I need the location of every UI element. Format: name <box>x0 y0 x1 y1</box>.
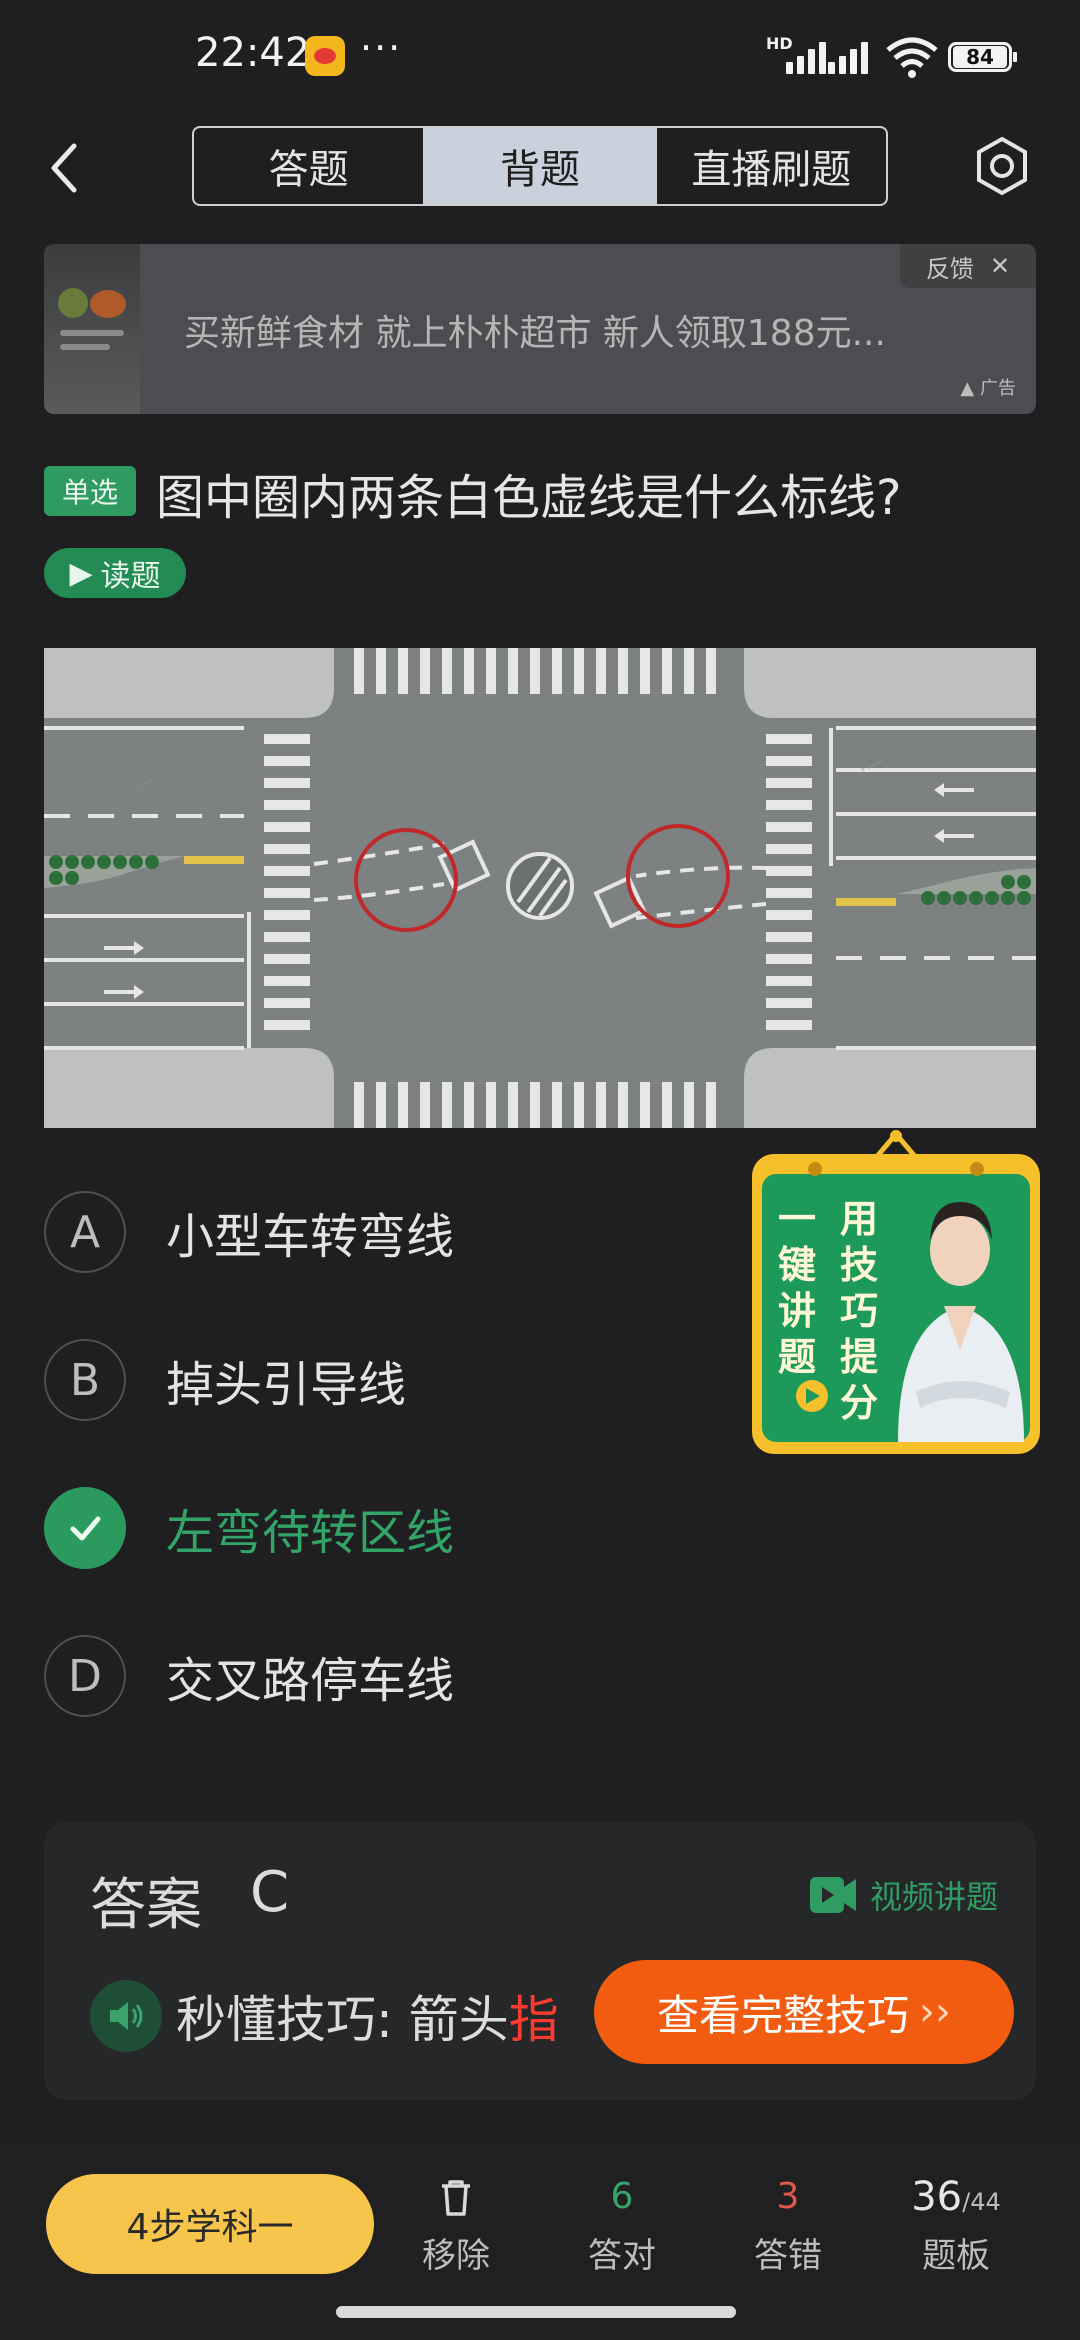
option-b-label: 掉头引导线 <box>166 1357 407 1413</box>
answer-value: C <box>250 1860 290 1925</box>
study-steps-button[interactable]: 4步学科一 <box>46 2174 374 2274</box>
wrong-count-button[interactable]: 3 答错 <box>728 2172 848 2282</box>
status-time: 22:42 <box>195 30 311 76</box>
question-image: ·— ·— <box>44 648 1036 1128</box>
signal-icon-2 <box>828 38 884 78</box>
question-text: 图中圈内两条白色虚线是什么标线? <box>156 470 902 526</box>
correct-count-button[interactable]: 6 答对 <box>562 2172 682 2282</box>
checkmark-icon <box>44 1487 126 1569</box>
tab-memorize[interactable]: 背题 <box>423 128 655 204</box>
settings-icon[interactable] <box>972 136 1032 196</box>
video-explanation-link[interactable]: 视频讲题 <box>809 1872 998 1918</box>
question-type-badge: 单选 <box>44 466 136 516</box>
ad-feedback-label: 反馈 <box>925 254 974 283</box>
correct-count: 6 <box>610 2176 634 2217</box>
option-c[interactable]: 左弯待转区线 <box>44 1478 744 1578</box>
progress-total: /44 <box>962 2188 1001 2216</box>
promo-line2: 用技巧提分 <box>840 1197 879 1425</box>
option-a[interactable]: A 小型车转弯线 <box>44 1182 744 1282</box>
remove-label: 移除 <box>422 2236 490 2276</box>
board-label: 题板 <box>922 2236 990 2276</box>
ad-feedback-button[interactable]: 反馈 ✕ <box>900 244 1036 288</box>
back-arrow-icon[interactable] <box>40 138 90 198</box>
ad-thumbnail <box>44 244 140 414</box>
ad-text: 买新鲜食材 就上朴朴超市 新人领取188元... <box>184 313 886 354</box>
home-indicator[interactable] <box>336 2306 736 2318</box>
option-d-label: 交叉路停车线 <box>166 1653 455 1709</box>
battery-level: 84 <box>953 46 1007 68</box>
wrong-count: 3 <box>776 2176 800 2217</box>
option-b-letter: B <box>44 1339 126 1421</box>
option-c-label: 左弯待转区线 <box>166 1505 455 1561</box>
play-icon: ▶ <box>69 555 93 591</box>
explain-promo-card[interactable]: 一键讲题 用技巧提分 <box>748 1130 1044 1460</box>
tip-text: 秒懂技巧: 箭头 <box>176 1991 509 2049</box>
answer-panel: 答案 C 视频讲题 秒懂技巧: 箭头指 查看完整技巧 ›› <box>44 1822 1036 2100</box>
video-explanation-label: 视频讲题 <box>869 1878 998 1916</box>
close-icon[interactable]: ✕ <box>990 252 1010 280</box>
read-question-button[interactable]: ▶ 读题 <box>44 548 186 598</box>
option-d-letter: D <box>44 1635 126 1717</box>
more-notifications-icon: ··· <box>360 26 403 70</box>
remove-button[interactable]: 移除 <box>396 2172 516 2282</box>
view-full-tip-label: 查看完整技巧 <box>656 1990 909 2040</box>
view-full-tip-button[interactable]: 查看完整技巧 ›› <box>594 1960 1014 2064</box>
mode-tabs: 答题 背题 直播刷题 <box>192 126 888 206</box>
weibo-icon <box>305 36 345 76</box>
ad-tag: ▲ 广告 <box>960 378 1016 399</box>
wrong-label: 答错 <box>754 2236 822 2276</box>
correct-label: 答对 <box>588 2236 656 2276</box>
speaker-icon[interactable] <box>90 1980 162 2052</box>
trash-icon <box>396 2172 516 2222</box>
option-a-label: 小型车转弯线 <box>166 1209 455 1265</box>
tab-live-practice[interactable]: 直播刷题 <box>654 128 886 204</box>
read-question-label: 读题 <box>100 559 161 594</box>
answer-title: 答案 <box>90 1873 202 1938</box>
progress-current: 36 <box>911 2174 963 2220</box>
wifi-icon <box>886 37 938 78</box>
status-bar: 22:42 ··· HD 84 <box>0 0 1080 118</box>
tip-highlight: 指 <box>508 1991 559 2049</box>
progress-readout: 36/44 <box>896 2172 1016 2222</box>
video-icon <box>809 1877 856 1913</box>
promo-line1: 一键讲题 <box>778 1197 817 1379</box>
option-d[interactable]: D 交叉路停车线 <box>44 1626 744 1726</box>
option-b[interactable]: B 掉头引导线 <box>44 1330 744 1430</box>
ad-banner[interactable]: 买新鲜食材 就上朴朴超市 新人领取188元... 反馈 ✕ ▲ 广告 <box>44 244 1036 414</box>
battery-icon: 84 <box>948 42 1017 72</box>
double-chevron-right-icon: ›› <box>919 1989 951 2035</box>
ad-tag-label: 广告 <box>980 378 1016 399</box>
tab-answer[interactable]: 答题 <box>194 128 423 204</box>
option-a-letter: A <box>44 1191 126 1273</box>
question-board-button[interactable]: 36/44 题板 <box>896 2172 1016 2282</box>
tip-line: 秒懂技巧: 箭头指 <box>90 1980 559 2052</box>
